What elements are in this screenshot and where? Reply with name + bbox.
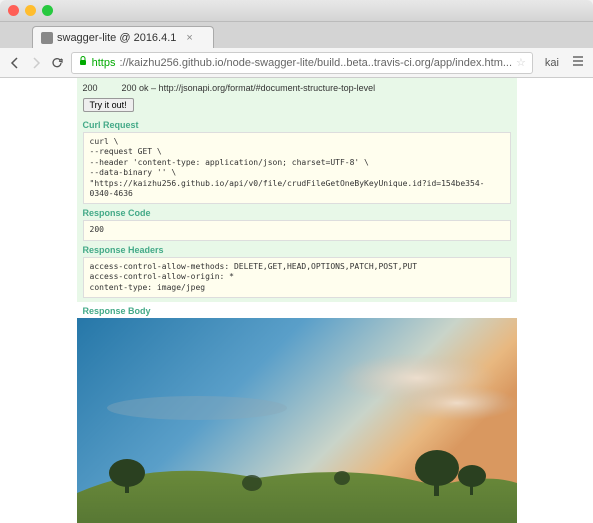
forward-button[interactable] [29, 52, 44, 74]
menu-icon[interactable] [571, 54, 585, 71]
tab-favicon [41, 32, 53, 44]
response-body-image [77, 318, 517, 523]
close-tab-icon[interactable]: × [186, 32, 192, 44]
response-code-box: 200 [83, 220, 511, 240]
close-window-button[interactable] [8, 5, 19, 16]
tab-title: swagger-lite @ 2016.4.1 [57, 32, 176, 44]
bookmark-star-icon[interactable]: ☆ [516, 56, 526, 69]
curl-request-label: Curl Request [83, 120, 511, 130]
status-description: 200 ok – http://jsonapi.org/format/#docu… [122, 83, 376, 93]
try-it-out-button[interactable]: Try it out! [83, 98, 134, 112]
status-code: 200 [83, 83, 98, 93]
response-headers-label: Response Headers [83, 245, 511, 255]
page-content: 200 200 ok – http://jsonapi.org/format/#… [0, 78, 593, 523]
url-text: ://kaizhu256.github.io/node-swagger-lite… [119, 57, 512, 69]
browser-tabbar: swagger-lite @ 2016.4.1 × [0, 22, 593, 48]
response-body-label: Response Body [77, 302, 517, 318]
url-scheme: https [92, 57, 116, 69]
browser-toolbar: https://kaizhu256.github.io/node-swagger… [0, 48, 593, 78]
maximize-window-button[interactable] [42, 5, 53, 16]
curl-request-box[interactable]: curl \ --request GET \ --header 'content… [83, 132, 511, 204]
window-titlebar [0, 0, 593, 22]
profile-name[interactable]: kai [539, 57, 565, 69]
back-button[interactable] [8, 52, 23, 74]
reload-button[interactable] [50, 52, 65, 74]
minimize-window-button[interactable] [25, 5, 36, 16]
address-bar[interactable]: https://kaizhu256.github.io/node-swagger… [71, 52, 533, 74]
response-code-label: Response Code [83, 208, 511, 218]
response-headers-box: access-control-allow-methods: DELETE,GET… [83, 257, 511, 298]
browser-tab[interactable]: swagger-lite @ 2016.4.1 × [32, 26, 214, 48]
status-row: 200 200 ok – http://jsonapi.org/format/#… [83, 82, 511, 94]
lock-icon [78, 56, 88, 69]
